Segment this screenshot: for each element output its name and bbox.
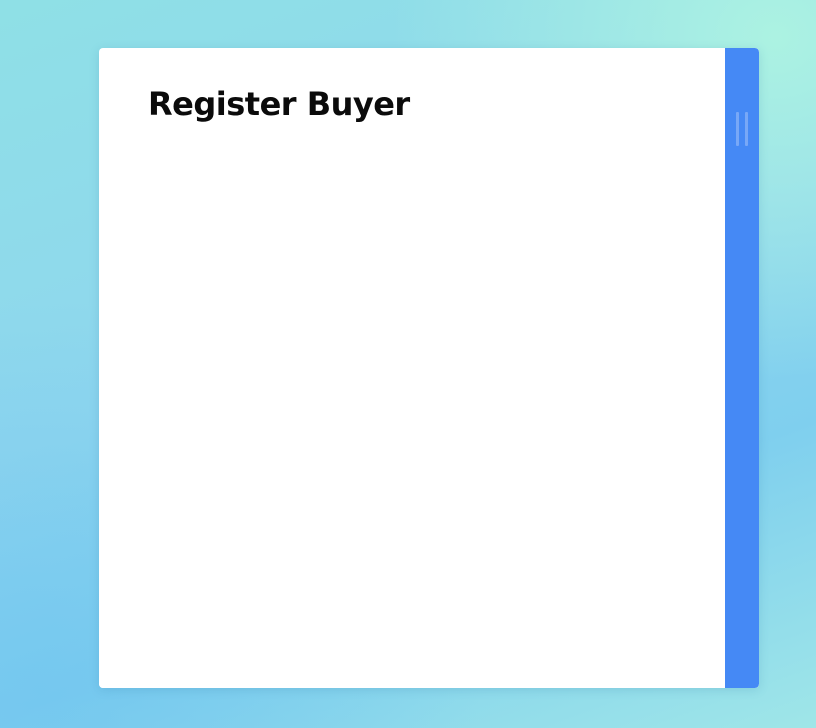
grip-lines-icon bbox=[745, 112, 748, 146]
dialog-title: Register Buyer bbox=[148, 85, 410, 123]
grip-lines-icon bbox=[736, 112, 739, 146]
register-buyer-dialog: Register Buyer bbox=[99, 48, 759, 688]
scrollbar-thumb[interactable] bbox=[736, 112, 748, 146]
form-body bbox=[99, 198, 725, 688]
